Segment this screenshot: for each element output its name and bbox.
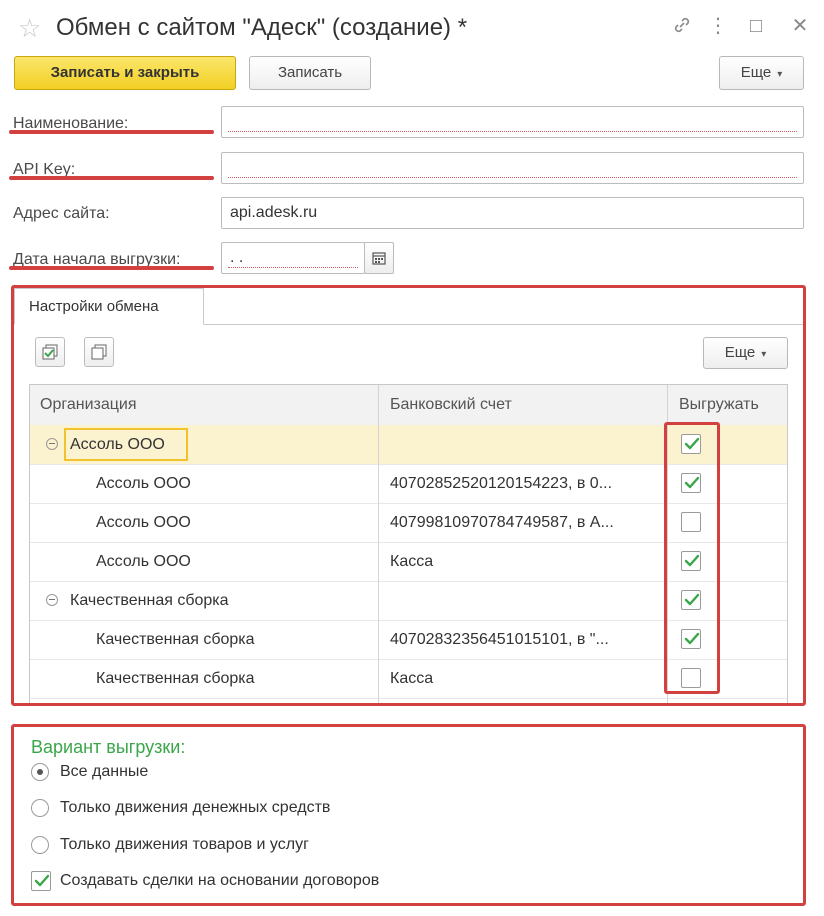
more-actions-icon[interactable]: ⋮	[706, 14, 730, 38]
link-icon[interactable]	[670, 14, 694, 42]
save-button[interactable]: Записать	[249, 56, 371, 90]
export-column-highlight	[664, 422, 720, 694]
save-and-close-button[interactable]: Записать и закрыть	[14, 56, 236, 90]
radio-cash-only[interactable]	[31, 799, 49, 817]
window-title: Обмен с сайтом "Адеск" (создание) *	[56, 14, 468, 41]
option-goods-only-label[interactable]: Только движения товаров и услуг	[60, 835, 309, 855]
maximize-icon[interactable]: □	[744, 14, 768, 38]
api-key-input[interactable]	[221, 152, 804, 184]
more-button-label: Еще	[740, 64, 772, 81]
site-label: Адрес сайта:	[13, 205, 110, 222]
date-input[interactable]: . .	[221, 242, 365, 274]
name-highlight	[9, 130, 214, 134]
export-variant-title: Вариант выгрузки:	[31, 737, 186, 757]
calendar-icon[interactable]	[364, 242, 394, 274]
favorite-star-icon[interactable]: ☆	[18, 14, 41, 42]
site-input[interactable]: api.adesk.ru	[221, 197, 804, 229]
create-deals-label[interactable]: Создавать сделки на основании договоров	[60, 871, 379, 891]
close-icon[interactable]: ✕	[788, 14, 812, 38]
radio-goods-only[interactable]	[31, 836, 49, 854]
chevron-down-icon: ▾	[777, 69, 783, 80]
option-all-data-label[interactable]: Все данные	[60, 762, 148, 782]
api-key-highlight	[9, 176, 214, 180]
option-cash-only-label[interactable]: Только движения денежных средств	[60, 798, 330, 818]
more-button[interactable]: Еще ▾	[719, 56, 804, 90]
radio-all-data[interactable]	[31, 763, 49, 781]
create-deals-checkbox[interactable]	[31, 871, 51, 891]
name-input[interactable]	[221, 106, 804, 138]
date-highlight	[9, 266, 214, 270]
